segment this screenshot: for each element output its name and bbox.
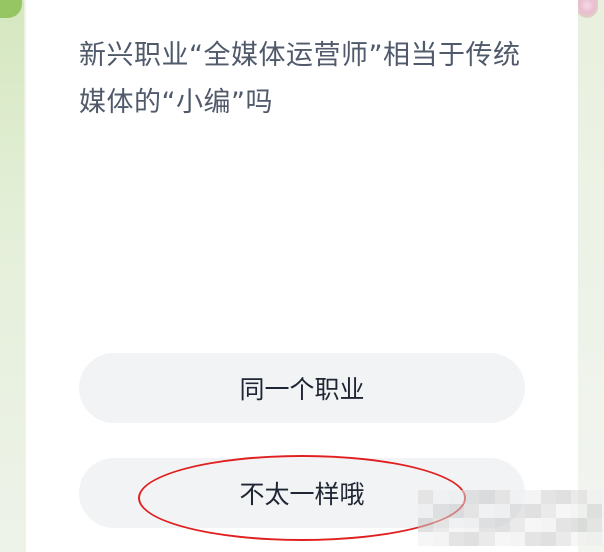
mosaic-cell — [433, 504, 449, 518]
mosaic-cell — [586, 532, 602, 546]
left-background-strip — [0, 0, 24, 552]
quiz-card: 新兴职业“全媒体运营师”相当于传统媒体的“小编”吗 同一个职业 不太一样哦 — [26, 0, 578, 552]
mosaic-cell — [479, 490, 495, 504]
mosaic-cell — [571, 490, 587, 504]
mosaic-cell — [433, 532, 449, 546]
mosaic-cell — [509, 532, 526, 546]
mosaic-cell — [494, 518, 510, 532]
mosaic-cell — [525, 518, 541, 532]
mosaic-cell — [494, 532, 510, 546]
mosaic-cell — [571, 504, 587, 518]
mosaic-cell — [571, 532, 587, 546]
answer-option-label: 同一个职业 — [239, 375, 365, 404]
mosaic-cell — [586, 490, 602, 504]
watermark-mosaic — [418, 490, 602, 546]
mosaic-cell — [555, 518, 572, 532]
mosaic-cell — [448, 504, 464, 518]
answer-option-same-job[interactable]: 同一个职业 — [79, 353, 525, 423]
mosaic-cell — [479, 518, 495, 532]
mosaic-cell — [418, 532, 434, 546]
mosaic-cell — [555, 490, 572, 504]
mosaic-cell — [525, 490, 541, 504]
mosaic-cell — [540, 532, 556, 546]
mosaic-cell — [525, 504, 541, 518]
mosaic-cell — [494, 490, 510, 504]
mosaic-cell — [479, 504, 495, 518]
mosaic-cell — [586, 504, 602, 518]
mosaic-cell — [463, 490, 480, 504]
mosaic-cell — [448, 518, 464, 532]
mosaic-cell — [540, 518, 556, 532]
mosaic-cell — [418, 504, 434, 518]
mosaic-cell — [555, 532, 572, 546]
mosaic-cell — [525, 532, 541, 546]
mosaic-cell — [540, 490, 556, 504]
mosaic-cell — [479, 532, 495, 546]
mosaic-cell — [494, 504, 510, 518]
right-background-strip — [574, 0, 604, 552]
mosaic-cell — [555, 504, 572, 518]
mosaic-cell — [509, 490, 526, 504]
mosaic-cell — [418, 518, 434, 532]
mosaic-cell — [418, 490, 434, 504]
mosaic-cell — [463, 504, 480, 518]
mosaic-cell — [571, 518, 587, 532]
mosaic-cell — [448, 532, 464, 546]
mosaic-cell — [509, 518, 526, 532]
mosaic-cell — [463, 532, 480, 546]
mosaic-cell — [433, 490, 449, 504]
answer-option-label: 不太一样哦 — [239, 480, 365, 509]
mosaic-cell — [448, 490, 464, 504]
mosaic-cell — [586, 518, 602, 532]
mosaic-cell — [433, 518, 449, 532]
mosaic-cell — [540, 504, 556, 518]
mosaic-cell — [463, 518, 480, 532]
mosaic-cell — [509, 504, 526, 518]
question-text: 新兴职业“全媒体运营师”相当于传统媒体的“小编”吗 — [79, 40, 521, 118]
